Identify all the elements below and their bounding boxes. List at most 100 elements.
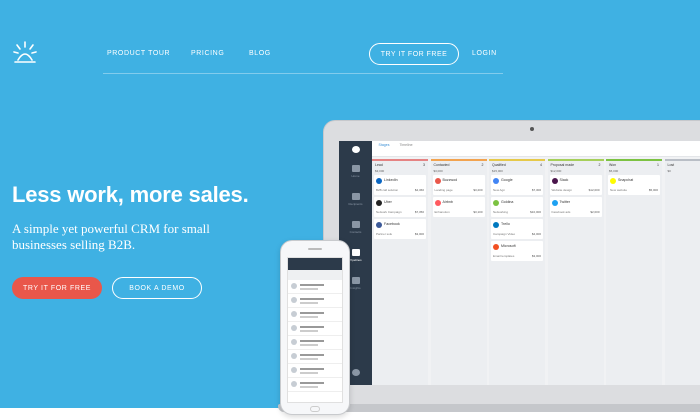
pipeline-column: Won 1 $5,000 Snapchat New website $5,000 (606, 159, 662, 385)
pipeline-board: Lead 3 $3,000 LinkedIn B2B call solution $4,3… (372, 159, 700, 385)
deal-company: Goldina (501, 200, 514, 204)
avatar (291, 381, 297, 387)
column-title: Qualified (492, 163, 506, 167)
column-title: Won (609, 163, 617, 167)
list-item[interactable] (288, 294, 342, 308)
nav-try-free-button[interactable]: TRY IT FOR FREE (369, 43, 459, 65)
deal-description: Facebook ads (551, 210, 571, 214)
document-icon (351, 192, 360, 200)
company-logo-icon (551, 200, 558, 206)
home-icon (351, 164, 360, 172)
deal-card[interactable]: Microsoft Email templates $3,000 (491, 241, 543, 261)
book-demo-button[interactable]: BOOK A DEMO (112, 277, 202, 299)
company-logo-icon (376, 200, 382, 206)
deal-company: Twitter (559, 200, 571, 204)
avatar (291, 339, 297, 345)
list-item-subtitle (300, 372, 318, 374)
deal-company: Snapchat (618, 178, 634, 182)
avatar (291, 283, 297, 289)
sidebar-item-contacts[interactable]: Contacts (339, 215, 372, 239)
pipeline-column-header[interactable]: Proposal made 2 $12,000 (547, 159, 604, 173)
list-item-title (300, 326, 324, 328)
list-item[interactable] (288, 350, 342, 364)
avatar (291, 353, 297, 359)
deal-description: Enhanution (434, 210, 450, 214)
gear-icon (351, 368, 360, 376)
sidebar-item-label: Contacts (349, 229, 362, 234)
list-item[interactable] (288, 378, 342, 392)
nav-blog[interactable]: BLOG (249, 50, 271, 57)
list-item[interactable] (288, 336, 342, 350)
deal-card[interactable]: Facebook Partner solu $3,000 (374, 219, 426, 239)
phone-home-button (310, 406, 320, 412)
nav-divider (103, 73, 503, 74)
deal-card[interactable]: Airbnb Enhanution $3,100 (432, 197, 485, 217)
deal-card[interactable]: Slack Website design $12,000 (549, 175, 602, 195)
deal-company: Google (501, 178, 513, 182)
pipeline-column-header[interactable]: Lost $0 (664, 159, 700, 173)
list-item[interactable] (288, 308, 342, 322)
logo-icon[interactable] (12, 40, 38, 68)
pipeline-column-header[interactable]: Contacted 2 $3,000 (430, 159, 487, 173)
funnel-icon (351, 248, 360, 256)
company-logo-icon (434, 178, 441, 184)
deal-value: $10,000 (530, 210, 541, 214)
deal-value: $4,360 (414, 188, 424, 192)
nav-product-tour[interactable]: PRODUCT TOUR (107, 50, 170, 57)
sidebar-item-recipients[interactable]: Recipients (339, 187, 372, 211)
pipeline-column-header[interactable]: Won 1 $5,000 (606, 159, 662, 173)
column-count: 3 (423, 163, 425, 167)
deal-card[interactable]: Trello Campaign Video $4,000 (491, 219, 543, 239)
deal-description: B2B call solution (376, 188, 399, 192)
try-free-button[interactable]: TRY IT FOR FREE (12, 277, 102, 299)
company-logo-icon (493, 244, 499, 250)
list-item[interactable] (288, 322, 342, 336)
deal-card[interactable]: Google New Agn $7,300 (491, 175, 543, 195)
nav-pricing[interactable]: PRICING (191, 50, 224, 57)
list-item[interactable] (288, 280, 342, 294)
deal-card[interactable]: Uber Network Campaign $7,350 (374, 197, 426, 217)
list-item-subtitle (300, 358, 318, 360)
column-title: Lead (375, 163, 383, 167)
list-item-title (300, 382, 324, 384)
company-logo-icon (493, 200, 499, 206)
company-logo-icon (551, 178, 558, 184)
deal-description: Campaign Video (493, 232, 516, 236)
company-logo-icon (376, 222, 382, 228)
laptop-camera (530, 127, 534, 131)
column-count: 2 (481, 163, 484, 167)
tab-stages[interactable]: Stages (374, 143, 394, 147)
list-item-subtitle (300, 386, 318, 388)
avatar (291, 367, 297, 373)
deal-company: Slack (559, 178, 569, 182)
deal-card[interactable]: Twitter Facebook ads $2,000 (549, 197, 602, 217)
tab-timeline[interactable]: Timeline (396, 143, 416, 147)
deal-card[interactable]: LinkedIn B2B call solution $4,360 (374, 175, 426, 195)
pipeline-column: Contacted 2 $3,000 Buzzwod Landing page $3,20… (430, 159, 487, 385)
deal-card[interactable]: Buzzwod Landing page $3,200 (432, 175, 485, 195)
pipeline-column-header[interactable]: Qualified 4 $15,000 (489, 159, 545, 173)
deal-description: Landing page (434, 188, 453, 192)
pipeline-column-header[interactable]: Lead 3 $3,000 (372, 159, 428, 173)
nav-login-link[interactable]: LOGIN (472, 50, 497, 57)
column-title: Contacted (433, 163, 450, 167)
insights-icon (351, 276, 360, 284)
company-logo-icon (434, 200, 441, 206)
deal-card[interactable]: Snapchat New website $5,000 (608, 175, 660, 195)
deal-description: Network Campaign (376, 210, 402, 214)
deal-card[interactable]: Goldina Networking $10,000 (491, 197, 543, 217)
sidebar-item-label: Recipients (348, 201, 363, 206)
column-title: Proposal made (550, 163, 575, 167)
column-count: 2 (598, 163, 601, 167)
list-item-subtitle (300, 330, 318, 332)
list-item[interactable] (288, 364, 342, 378)
phone-app-header (288, 258, 342, 270)
sidebar-item-home[interactable]: Home (339, 159, 372, 183)
deal-company: Buzzwod (442, 178, 458, 182)
list-item-subtitle (300, 288, 318, 290)
phone-app-subheader (288, 270, 342, 280)
pipeline-column: Lead 3 $3,000 LinkedIn B2B call solution $4,3… (372, 159, 428, 385)
list-item-title (300, 284, 324, 286)
deal-value: $7,350 (414, 210, 424, 214)
app-logo-icon[interactable] (339, 141, 372, 157)
